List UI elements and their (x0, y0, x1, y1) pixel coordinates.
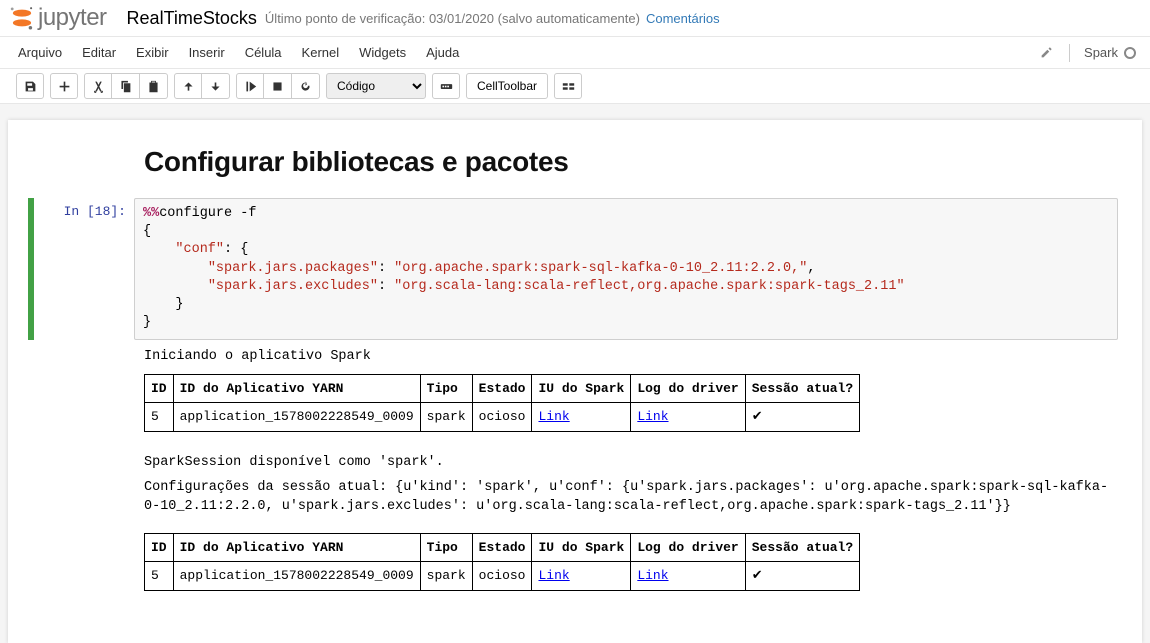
menu-exibir[interactable]: Exibir (126, 37, 179, 68)
menu-kernel[interactable]: Kernel (292, 37, 350, 68)
jupyter-logo-text: jupyter (38, 4, 107, 32)
interrupt-button[interactable] (264, 73, 292, 99)
paste-button[interactable] (140, 73, 168, 99)
command-palette-button[interactable] (432, 73, 460, 99)
th-type: Tipo (420, 374, 472, 403)
divider (1069, 44, 1070, 62)
th-yarn-app-id: ID do Aplicativo YARN (173, 374, 420, 403)
kernel-area: Spark (1026, 44, 1150, 62)
yarn-table-1: ID ID do Aplicativo YARN Tipo Estado IU … (144, 374, 860, 432)
run-button[interactable] (236, 73, 264, 99)
th-id: ID (145, 374, 174, 403)
cell-output-2: ID ID do Aplicativo YARN Tipo Estado IU … (26, 523, 1124, 591)
th-type: Tipo (420, 533, 472, 562)
yarn-table-2: ID ID do Aplicativo YARN Tipo Estado IU … (144, 533, 860, 591)
td-yarn-app-id: application_1578002228549_0009 (173, 403, 420, 432)
move-down-button[interactable] (202, 73, 230, 99)
menu-widgets[interactable]: Widgets (349, 37, 416, 68)
checkpoint-status: Último ponto de verificação: 03/01/2020 … (265, 11, 640, 26)
move-group (174, 73, 230, 99)
th-yarn-app-id: ID do Aplicativo YARN (173, 533, 420, 562)
th-driver-log: Log do driver (631, 533, 745, 562)
driver-log-link[interactable]: Link (637, 409, 668, 424)
move-up-button[interactable] (174, 73, 202, 99)
menu-celula[interactable]: Célula (235, 37, 292, 68)
session-config-line: Configurações da sessão atual: {u'kind':… (144, 479, 1116, 517)
output-starting-spark: Iniciando o aplicativo Spark (144, 348, 1116, 366)
td-yarn-app-id: application_1578002228549_0009 (173, 562, 420, 591)
spark-ui-link[interactable]: Link (538, 568, 569, 583)
td-type: spark (420, 403, 472, 432)
notebook-header: jupyter RealTimeStocks Último ponto de v… (0, 0, 1150, 37)
th-spark-ui: IU do Spark (532, 533, 631, 562)
copy-button[interactable] (112, 73, 140, 99)
menubar: Arquivo Editar Exibir Inserir Célula Ker… (0, 37, 1150, 69)
td-id: 5 (145, 403, 174, 432)
save-button[interactable] (16, 73, 44, 99)
td-state: ocioso (472, 562, 532, 591)
th-spark-ui: IU do Spark (532, 374, 631, 403)
cell-toolbar-button[interactable]: CellToolbar (466, 73, 548, 99)
insert-cell-below-button[interactable] (50, 73, 78, 99)
td-current: ✔ (745, 403, 859, 432)
notebook-page: Configurar bibliotecas e pacotes In [18]… (8, 120, 1142, 643)
code-submit-button[interactable] (554, 73, 582, 99)
notebook-name[interactable]: RealTimeStocks (119, 8, 265, 29)
cell-output: Iniciando o aplicativo Spark ID ID do Ap… (26, 340, 1124, 432)
table-header-row: ID ID do Aplicativo YARN Tipo Estado IU … (145, 374, 860, 403)
code-cell[interactable]: In [18]: %%configure -f { "conf": { "spa… (26, 194, 1124, 340)
td-id: 5 (145, 562, 174, 591)
menu-arquivo[interactable]: Arquivo (8, 37, 72, 68)
cell-type-select[interactable]: Código (326, 73, 426, 99)
spark-ui-link[interactable]: Link (538, 409, 569, 424)
output-text: SparkSession disponível como 'spark'. Co… (26, 444, 1124, 517)
table-row: 5 application_1578002228549_0009 spark o… (145, 562, 860, 591)
menu-ajuda[interactable]: Ajuda (416, 37, 469, 68)
th-state: Estado (472, 374, 532, 403)
td-type: spark (420, 562, 472, 591)
toolbar: Código CellToolbar (0, 69, 1150, 104)
td-current: ✔ (745, 562, 859, 591)
menu-editar[interactable]: Editar (72, 37, 126, 68)
th-id: ID (145, 533, 174, 562)
th-current-session: Sessão atual? (745, 374, 859, 403)
input-prompt: In [18]: (34, 198, 134, 340)
markdown-heading: Configurar bibliotecas e pacotes (144, 146, 1116, 178)
kernel-name[interactable]: Spark (1084, 45, 1118, 60)
jupyter-logo-icon (8, 4, 36, 32)
cut-button[interactable] (84, 73, 112, 99)
edit-icon[interactable] (1040, 46, 1053, 59)
jupyter-logo[interactable]: jupyter (8, 4, 119, 32)
notebook-container: Configurar bibliotecas e pacotes In [18]… (0, 104, 1150, 643)
menu-inserir[interactable]: Inserir (179, 37, 235, 68)
kernel-idle-icon (1124, 47, 1136, 59)
th-current-session: Sessão atual? (745, 533, 859, 562)
comments-link[interactable]: Comentários (646, 11, 720, 26)
code-input[interactable]: %%configure -f { "conf": { "spark.jars.p… (134, 198, 1118, 340)
spark-session-available: SparkSession disponível como 'spark'. (144, 454, 1116, 473)
edit-group (84, 73, 168, 99)
markdown-cell[interactable]: Configurar bibliotecas e pacotes (26, 140, 1124, 182)
table-row: 5 application_1578002228549_0009 spark o… (145, 403, 860, 432)
th-driver-log: Log do driver (631, 374, 745, 403)
run-group (236, 73, 320, 99)
driver-log-link[interactable]: Link (637, 568, 668, 583)
table-header-row: ID ID do Aplicativo YARN Tipo Estado IU … (145, 533, 860, 562)
th-state: Estado (472, 533, 532, 562)
menu-list: Arquivo Editar Exibir Inserir Célula Ker… (0, 37, 477, 68)
restart-button[interactable] (292, 73, 320, 99)
td-state: ocioso (472, 403, 532, 432)
